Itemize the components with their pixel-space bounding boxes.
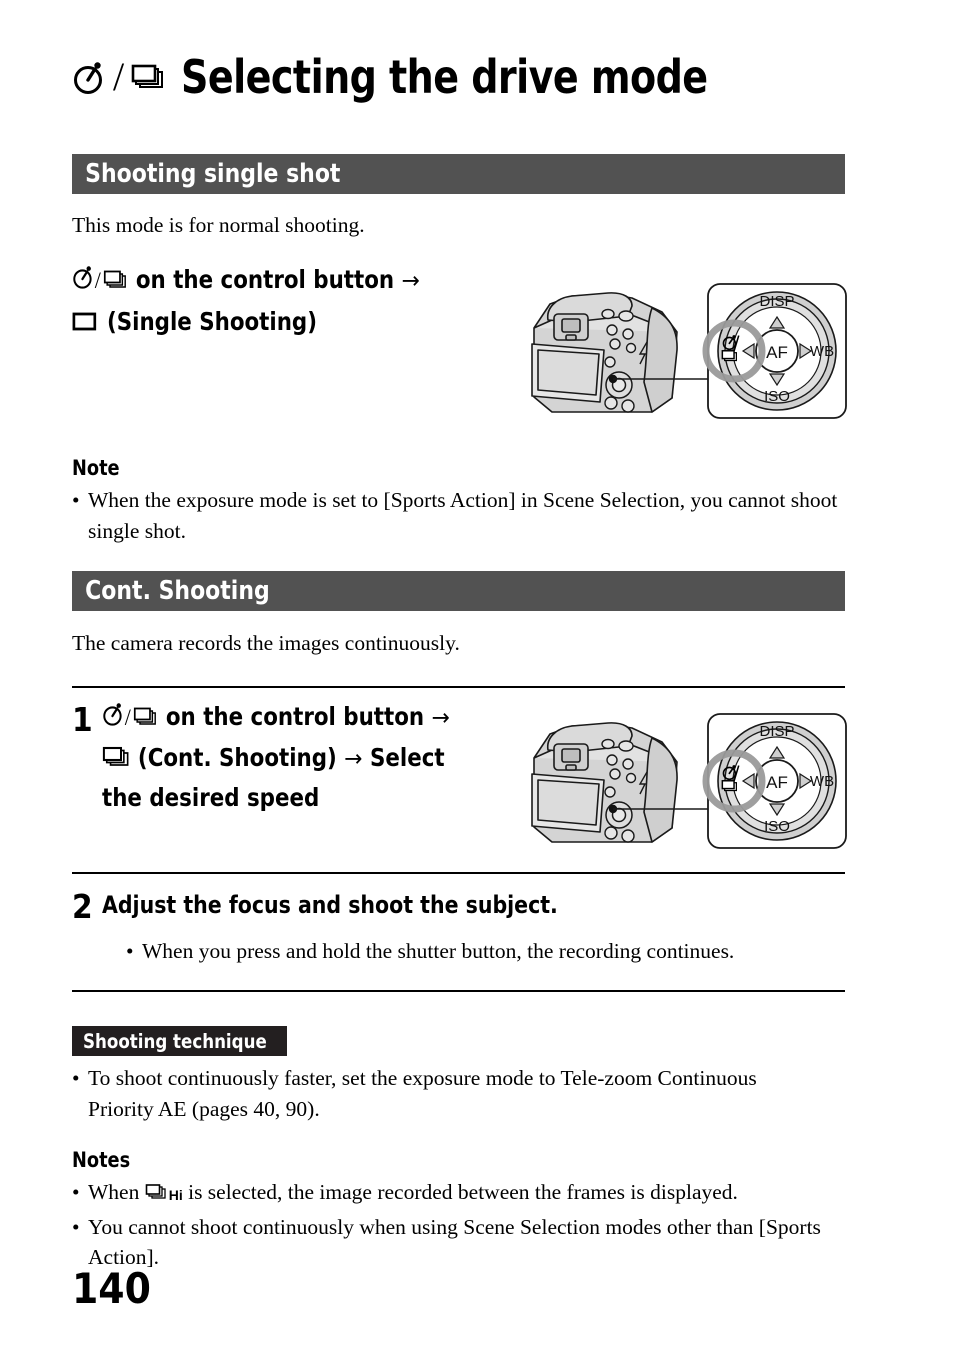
divider-step2-bottom (72, 990, 845, 993)
section-header-cont-shooting: Cont. Shooting (72, 571, 845, 611)
instruction-text: on the control button (135, 265, 395, 294)
instruction-line-2: (Single Shooting) (72, 304, 500, 342)
svg-text:ISO: ISO (764, 818, 790, 835)
svg-text:ISO: ISO (764, 388, 790, 405)
step-2-text: Adjust the focus and shoot the subject. (102, 891, 558, 919)
divider-step2-top (72, 872, 845, 875)
arrow-icon: → (431, 705, 450, 731)
note-item-text: When the exposure mode is set to [Sports… (88, 488, 838, 543)
instruction-single-shooting: / on the control button → (Single Shooti… (72, 262, 522, 341)
continuous-shooting-hi-icon (145, 1179, 169, 1210)
notes-block-cont-shooting: Notes • When Hi is selected, the image r… (72, 1148, 862, 1273)
instruction-line-1: / on the control button → (72, 262, 500, 300)
note-heading: Note (72, 456, 120, 480)
bullet-dot: • (72, 1066, 80, 1090)
step-1: 1 / on the control button → (Cont. Shoot… (72, 699, 522, 816)
svg-text:DISP: DISP (759, 723, 794, 740)
continuous-shooting-icon (131, 64, 164, 88)
step-number: 1 (72, 700, 93, 739)
svg-text:WB: WB (810, 773, 834, 790)
page-title: / Selecting the drive mode (72, 53, 882, 100)
bullet-dot: • (126, 939, 134, 964)
step-2-bullet: • When you press and hold the shutter bu… (126, 936, 847, 967)
section-header-label: Cont. Shooting (85, 576, 270, 606)
step-1-text-2: (Cont. Shooting) (137, 742, 337, 772)
step-2: 2 Adjust the focus and shoot the subject… (72, 888, 847, 967)
svg-text:AF: AF (766, 343, 788, 362)
page-title-text: Selecting the drive mode (181, 49, 708, 104)
note-item: • You cannot shoot continuously when usi… (72, 1212, 862, 1273)
arrow-icon: → (401, 268, 420, 294)
camera-diagram-cont-shooting: AF DISP ISO WB (512, 702, 852, 862)
svg-text:WB: WB (810, 343, 834, 360)
hi-label: Hi (168, 1187, 183, 1203)
step-1-line-3: the desired speed (102, 783, 320, 812)
technique-item-text: To shoot continuously faster, set the ex… (88, 1066, 757, 1121)
continuous-shooting-icon (104, 264, 129, 300)
self-timer-icon (102, 701, 125, 737)
note-block-single-shot: Note • When the exposure mode is set to … (72, 456, 847, 546)
bullet-dot: • (72, 1180, 80, 1204)
shooting-technique-label: Shooting technique (83, 1029, 267, 1053)
arrow-icon: → (344, 745, 363, 772)
camera-diagram-single-shot: AF DISP ISO WB (512, 272, 852, 432)
section-intro-cont-shooting: The camera records the images continuous… (72, 631, 460, 655)
continuous-shooting-icon (102, 742, 131, 778)
title-separator: / (113, 54, 125, 99)
notes-heading: Notes (72, 1148, 131, 1172)
self-timer-icon (74, 61, 102, 94)
section-header-label: Shooting single shot (85, 159, 341, 189)
self-timer-icon (72, 264, 95, 300)
step-1-text: on the control button (165, 702, 425, 731)
svg-text:AF: AF (766, 773, 788, 792)
page-number: 140 (72, 1264, 151, 1313)
instruction-text: (Single Shooting) (106, 306, 317, 336)
svg-text:DISP: DISP (759, 293, 794, 310)
note-item-post: is selected, the image recorded between … (182, 1180, 738, 1204)
shooting-technique-badge: Shooting technique (72, 1026, 288, 1056)
step-1-line-2: (Cont. Shooting) → Select (102, 740, 501, 778)
step-1-line-1: / on the control button → (102, 699, 501, 737)
step-number: 2 (72, 887, 93, 926)
manual-page: / Selecting the drive mode Shooting sing… (0, 0, 954, 1345)
bullet-dot: • (72, 488, 80, 512)
section-intro-single-shot: This mode is for normal shooting. (72, 213, 365, 237)
step-1-text-tail: Select (370, 742, 445, 772)
divider-step1-top (72, 686, 845, 689)
note-item-pre: When (88, 1180, 145, 1204)
step-2-bullet-text: When you press and hold the shutter butt… (142, 939, 735, 964)
note-item-text: You cannot shoot continuously when using… (88, 1214, 821, 1270)
continuous-shooting-icon (134, 701, 159, 737)
bullet-dot: • (72, 1214, 80, 1239)
single-shooting-icon (72, 306, 100, 342)
note-item: • When the exposure mode is set to [Spor… (72, 485, 847, 546)
section-header-shooting-single-shot: Shooting single shot (72, 154, 845, 194)
technique-item: • To shoot continuously faster, set the … (72, 1063, 812, 1124)
note-item: • When Hi is selected, the image recorde… (72, 1177, 862, 1210)
title-icon-group: / (72, 53, 167, 100)
